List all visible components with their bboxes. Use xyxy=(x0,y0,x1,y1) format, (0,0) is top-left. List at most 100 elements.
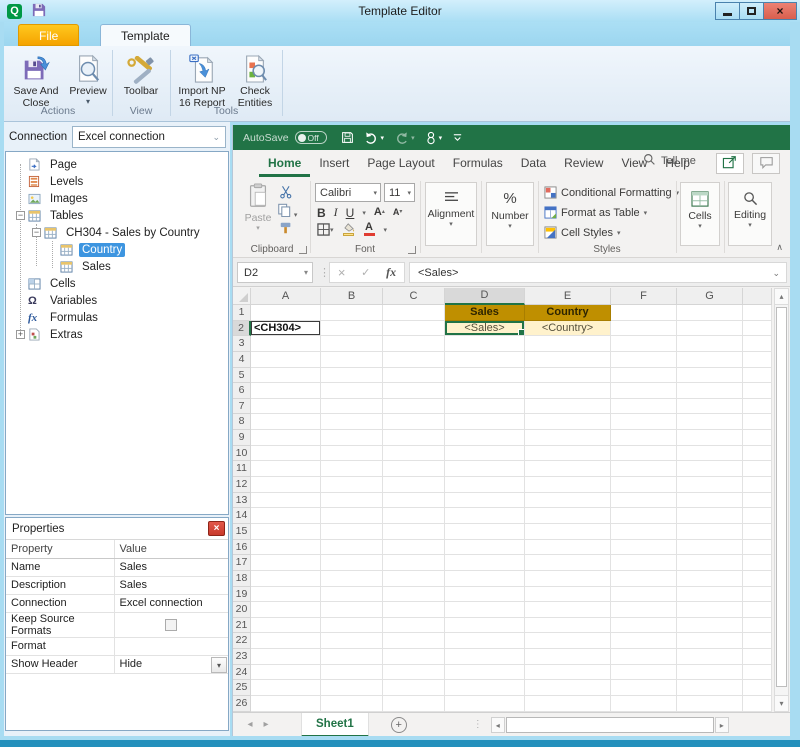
grid-cell[interactable] xyxy=(611,305,677,321)
grid-cell[interactable] xyxy=(321,493,383,509)
tree-item-tables[interactable]: −Tables xyxy=(6,207,228,224)
grid-cell[interactable] xyxy=(321,477,383,493)
grid-cell[interactable] xyxy=(743,665,772,681)
grid-cell[interactable] xyxy=(611,696,677,712)
grid-cell[interactable] xyxy=(251,430,321,446)
grid-cell[interactable] xyxy=(677,352,743,368)
alignment-button[interactable]: Alignment ▾ xyxy=(425,182,477,246)
row-header-1[interactable]: 1 xyxy=(233,305,251,321)
grid-cell[interactable] xyxy=(525,602,611,618)
grid-cell[interactable] xyxy=(677,399,743,415)
grid-cell[interactable] xyxy=(251,508,321,524)
grid-cell[interactable] xyxy=(611,336,677,352)
toolbar-button[interactable]: Toolbar xyxy=(118,50,164,98)
grid-cell[interactable] xyxy=(445,649,525,665)
property-value-cell[interactable]: Excel connection xyxy=(114,594,228,612)
grid-cell[interactable] xyxy=(743,680,772,696)
grid-cell[interactable] xyxy=(251,305,321,321)
grid-cell[interactable] xyxy=(383,430,445,446)
show-header-dropdown-icon[interactable]: ▾ xyxy=(211,657,227,673)
grid-cell[interactable] xyxy=(383,477,445,493)
cut-button[interactable] xyxy=(279,185,293,202)
cell-D2[interactable]: <Sales> xyxy=(445,321,525,337)
editing-button[interactable]: Editing ▾ xyxy=(728,182,772,246)
grid-cell[interactable] xyxy=(677,430,743,446)
row-header-10[interactable]: 10 xyxy=(233,446,251,462)
grid-cell[interactable] xyxy=(525,368,611,384)
grid-cell[interactable] xyxy=(383,336,445,352)
grid-cell[interactable] xyxy=(611,446,677,462)
row-header-5[interactable]: 5 xyxy=(233,368,251,384)
grid-cell[interactable] xyxy=(677,508,743,524)
grid-cell[interactable] xyxy=(383,305,445,321)
grid-cell[interactable] xyxy=(743,414,772,430)
cancel-entry-icon[interactable]: × xyxy=(338,265,346,280)
underline-dropdown-icon[interactable]: ▾ xyxy=(362,209,366,217)
tree-item-sales[interactable]: Sales xyxy=(6,258,228,275)
grid-cell[interactable] xyxy=(611,508,677,524)
properties-close-button[interactable]: × xyxy=(208,521,225,536)
grid-cell[interactable] xyxy=(445,430,525,446)
grid-cell[interactable] xyxy=(677,696,743,712)
grid-cell[interactable] xyxy=(445,461,525,477)
grid-cell[interactable] xyxy=(445,571,525,587)
vertical-scroll-thumb[interactable] xyxy=(776,307,787,687)
format-painter-button[interactable] xyxy=(279,221,293,238)
expand-node-icon[interactable]: + xyxy=(16,330,25,339)
cell-D1[interactable]: Sales xyxy=(445,305,525,321)
grid-cell[interactable] xyxy=(611,383,677,399)
confirm-entry-icon[interactable]: ✓ xyxy=(361,266,370,279)
tree-item-levels[interactable]: Levels xyxy=(6,173,228,190)
grid-cell[interactable] xyxy=(677,305,743,321)
grid-cell[interactable] xyxy=(321,305,383,321)
grid-cell[interactable] xyxy=(251,618,321,634)
grid-cell[interactable] xyxy=(525,352,611,368)
grid-cell[interactable] xyxy=(251,414,321,430)
insert-function-button[interactable]: fx xyxy=(386,265,396,280)
grid-cell[interactable] xyxy=(251,602,321,618)
add-sheet-button[interactable]: + xyxy=(391,717,407,733)
grid-cell[interactable] xyxy=(677,336,743,352)
grid-cell[interactable] xyxy=(321,414,383,430)
grid-cell[interactable] xyxy=(251,446,321,462)
grid-cell[interactable] xyxy=(383,446,445,462)
grid-cell[interactable] xyxy=(445,665,525,681)
tree-item-ch304-sales-by-country[interactable]: −CH304 - Sales by Country xyxy=(6,224,228,241)
save-icon[interactable] xyxy=(341,131,354,144)
grid-cell[interactable] xyxy=(743,399,772,415)
grid-cell[interactable] xyxy=(445,555,525,571)
column-header-G[interactable]: G xyxy=(677,288,743,305)
row-header-13[interactable]: 13 xyxy=(233,493,251,509)
preview-button[interactable]: Preview ▾ xyxy=(66,50,110,106)
row-header-4[interactable]: 4 xyxy=(233,352,251,368)
grid-cell[interactable] xyxy=(611,540,677,556)
scroll-down-icon[interactable]: ▾ xyxy=(775,695,788,711)
share-button[interactable] xyxy=(716,153,744,174)
grid-cell[interactable] xyxy=(743,321,772,337)
name-box[interactable]: D2 ▾ xyxy=(237,262,313,283)
grid-cell[interactable] xyxy=(383,383,445,399)
grid-cell[interactable] xyxy=(611,524,677,540)
grid-cell[interactable] xyxy=(677,461,743,477)
grid-cell[interactable] xyxy=(383,368,445,384)
row-header-16[interactable]: 16 xyxy=(233,540,251,556)
column-header-A[interactable]: A xyxy=(251,288,321,305)
row-header-11[interactable]: 11 xyxy=(233,461,251,477)
grid-cell[interactable] xyxy=(251,383,321,399)
grid-cell[interactable] xyxy=(321,461,383,477)
column-header-E[interactable]: E xyxy=(525,288,611,305)
grid-cell[interactable] xyxy=(525,383,611,399)
grid-cell[interactable] xyxy=(251,493,321,509)
grid-cell[interactable] xyxy=(525,430,611,446)
grid-cell[interactable] xyxy=(321,446,383,462)
grid-cell[interactable] xyxy=(525,524,611,540)
grid-cell[interactable] xyxy=(383,649,445,665)
formula-input[interactable]: <Sales> ⌄ xyxy=(409,262,787,283)
minimize-button[interactable] xyxy=(715,2,740,20)
tree-item-page[interactable]: Page xyxy=(6,156,228,173)
row-header-18[interactable]: 18 xyxy=(233,571,251,587)
grid-cell[interactable] xyxy=(383,602,445,618)
grid-cell[interactable] xyxy=(383,571,445,587)
grid-cell[interactable] xyxy=(525,571,611,587)
autosave-toggle[interactable]: Off xyxy=(295,131,327,144)
